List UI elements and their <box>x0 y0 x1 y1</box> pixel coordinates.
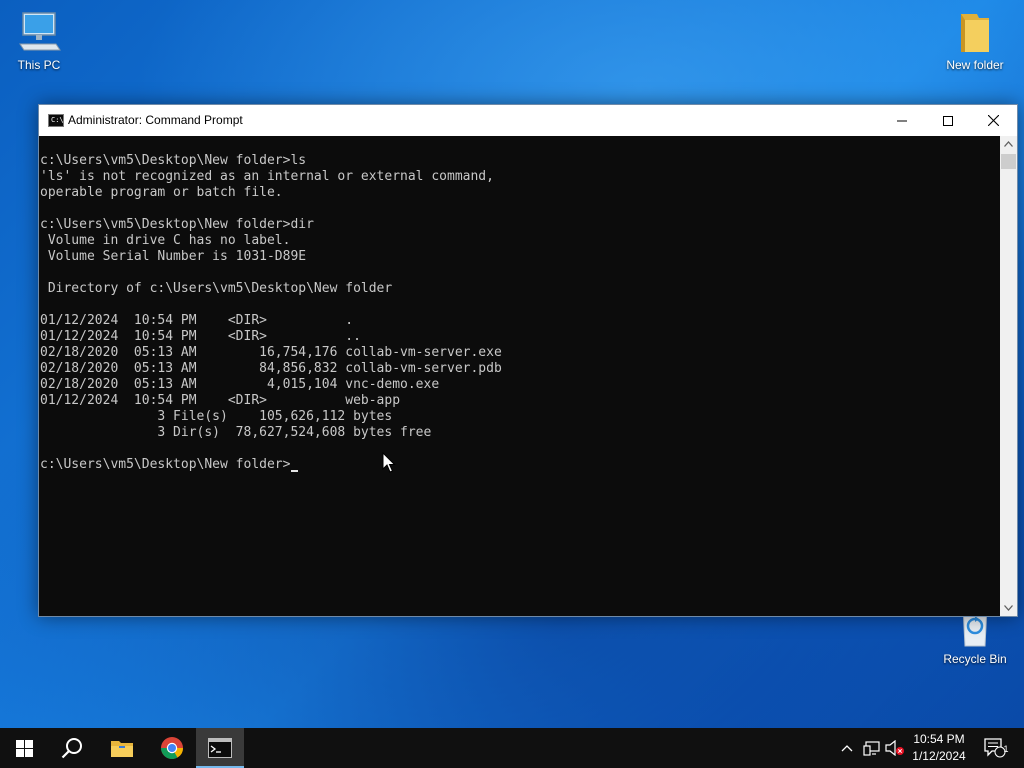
console-line: operable program or batch file. <box>40 185 283 200</box>
console-line: 3 File(s) 105,626,112 bytes <box>40 409 393 424</box>
console-line: 01/12/2024 10:54 PM <DIR> . <box>40 313 354 328</box>
show-hidden-icons-button[interactable] <box>838 728 856 768</box>
console-line: 'ls' is not recognized as an internal or… <box>40 169 494 184</box>
command-prompt-icon <box>208 738 232 758</box>
console-line: 02/18/2020 05:13 AM 16,754,176 collab-vm… <box>40 345 502 360</box>
scroll-up-button[interactable] <box>1000 136 1017 152</box>
console-line: Volume in drive C has no label. <box>40 233 291 248</box>
vertical-scrollbar[interactable] <box>1000 136 1017 616</box>
mouse-pointer-icon <box>382 451 396 479</box>
command-prompt-window[interactable]: C:\ Administrator: Command Prompt c:\Use… <box>38 104 1018 617</box>
console-line: 02/18/2020 05:13 AM 4,015,104 vnc-demo.e… <box>40 377 440 392</box>
scroll-thumb[interactable] <box>1001 154 1016 169</box>
clock-time: 10:54 PM <box>913 732 965 746</box>
console-prompt[interactable]: c:\Users\vm5\Desktop\New folder> <box>40 457 290 473</box>
desktop-icon-this-pc[interactable]: This PC <box>0 8 78 72</box>
search-icon <box>61 738 82 759</box>
console-line: c:\Users\vm5\Desktop\New folder>dir <box>40 217 314 232</box>
taskbar-clock[interactable]: 10:54 PM 1/12/2024 <box>902 731 976 765</box>
console-line: c:\Users\vm5\Desktop\New folder>ls <box>40 153 307 168</box>
desktop-icon-label: Recycle Bin <box>943 652 1007 666</box>
folder-icon <box>936 8 1014 54</box>
chrome-button[interactable] <box>148 728 196 768</box>
chevron-up-icon <box>841 745 853 752</box>
console-line: 02/18/2020 05:13 AM 84,856,832 collab-vm… <box>40 361 502 376</box>
chrome-icon <box>161 737 183 759</box>
console-output[interactable]: c:\Users\vm5\Desktop\New folder>ls 'ls' … <box>39 136 1000 616</box>
chevron-down-icon <box>1004 605 1013 611</box>
windows-start-icon <box>15 739 33 757</box>
scroll-down-button[interactable] <box>1000 600 1017 616</box>
action-center-button[interactable]: 1 <box>980 728 1010 768</box>
close-icon <box>987 115 999 126</box>
console-line: 3 Dir(s) 78,627,524,608 bytes free <box>40 425 432 440</box>
notification-count-badge: 1 <box>1003 744 1009 754</box>
command-prompt-icon: C:\ <box>48 114 64 127</box>
chevron-up-icon <box>1004 141 1013 147</box>
start-button[interactable] <box>0 728 48 768</box>
taskbar: 10:54 PM 1/12/2024 1 <box>0 728 1024 768</box>
console-line: 01/12/2024 10:54 PM <DIR> .. <box>40 329 361 344</box>
console-line: Directory of c:\Users\vm5\Desktop\New fo… <box>40 281 393 296</box>
file-explorer-button[interactable] <box>98 728 146 768</box>
network-button[interactable] <box>861 728 881 768</box>
network-icon <box>862 740 880 756</box>
desktop-icon-new-folder[interactable]: New folder <box>936 8 1014 72</box>
file-explorer-icon <box>111 741 133 757</box>
computer-icon <box>0 8 78 54</box>
desktop-icon-label: New folder <box>946 58 1004 72</box>
minimize-icon <box>897 120 907 121</box>
console-line: Volume Serial Number is 1031-D89E <box>40 249 307 264</box>
close-button[interactable] <box>970 105 1016 136</box>
text-cursor <box>291 470 299 472</box>
command-prompt-taskbar-button[interactable] <box>196 728 244 768</box>
console-line: 01/12/2024 10:54 PM <DIR> web-app <box>40 393 401 408</box>
desktop-icon-label: This PC <box>17 58 61 72</box>
clock-date: 1/12/2024 <box>912 749 966 763</box>
minimize-button[interactable] <box>879 105 925 136</box>
window-title: Administrator: Command Prompt <box>68 113 243 127</box>
window-titlebar[interactable]: C:\ Administrator: Command Prompt <box>39 105 1017 136</box>
maximize-icon <box>943 115 953 126</box>
search-button[interactable] <box>48 728 96 768</box>
maximize-button[interactable] <box>925 105 971 136</box>
